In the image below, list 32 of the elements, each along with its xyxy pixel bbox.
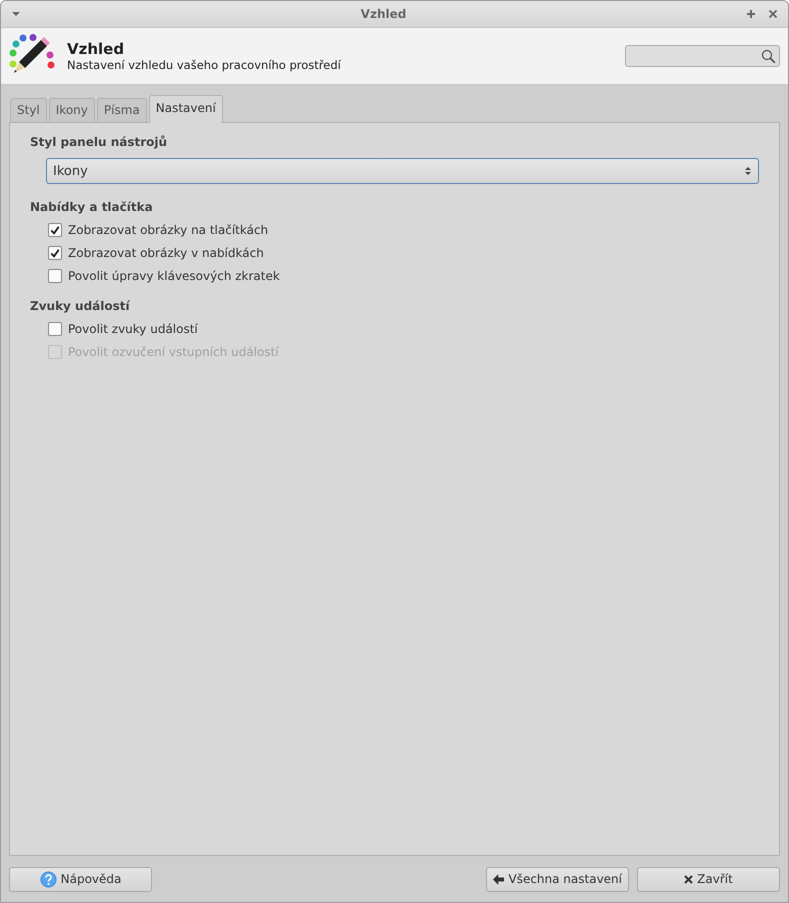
tab[interactable]: Styl — [10, 98, 47, 122]
tab[interactable]: Písma — [96, 98, 147, 122]
spin-arrows-icon — [744, 165, 752, 177]
checkbox-label: Povolit zvuky událostí — [68, 322, 198, 336]
checkbox-label: Povolit ozvučení vstupních událostí — [68, 345, 279, 359]
close-button[interactable]: Zavřít — [637, 866, 780, 892]
checkbox[interactable] — [48, 322, 62, 336]
checkbox[interactable] — [48, 223, 62, 237]
search-icon — [761, 48, 776, 64]
close-icon[interactable] — [768, 9, 778, 19]
window-title: Vzhled — [360, 7, 408, 21]
dialog-subtitle: Nastavení vzhledu vašeho pracovního prostředí — [67, 58, 342, 72]
checkbox-label: Zobrazovat obrázky v nabídkách — [68, 246, 264, 260]
checkbox-label: Zobrazovat obrázky na tlačítkách — [68, 223, 268, 237]
checkbox[interactable] — [48, 269, 62, 283]
help-button[interactable]: Nápověda — [9, 866, 152, 892]
maximize-icon[interactable] — [746, 9, 756, 19]
section-heading: Styl panelu nástrojů — [30, 135, 168, 149]
help-icon — [40, 870, 57, 888]
dropdown[interactable]: Ikony — [46, 158, 759, 184]
section-heading: Nabídky a tlačítka — [30, 200, 153, 214]
dialog-title: Vzhled — [67, 40, 126, 58]
checkbox[interactable] — [48, 246, 62, 260]
close-icon — [684, 874, 694, 884]
arrow-left-icon — [493, 872, 504, 886]
tab[interactable]: Ikony — [48, 98, 95, 122]
checkbox-label: Povolit úpravy klávesových zkratek — [68, 269, 280, 283]
all-settings-button[interactable]: Všechna nastavení — [486, 866, 629, 892]
window-menu-icon[interactable] — [11, 11, 21, 17]
search-field[interactable] — [625, 45, 780, 67]
section-heading: Zvuky událostí — [30, 299, 130, 313]
tab[interactable]: Nastavení — [148, 95, 223, 123]
